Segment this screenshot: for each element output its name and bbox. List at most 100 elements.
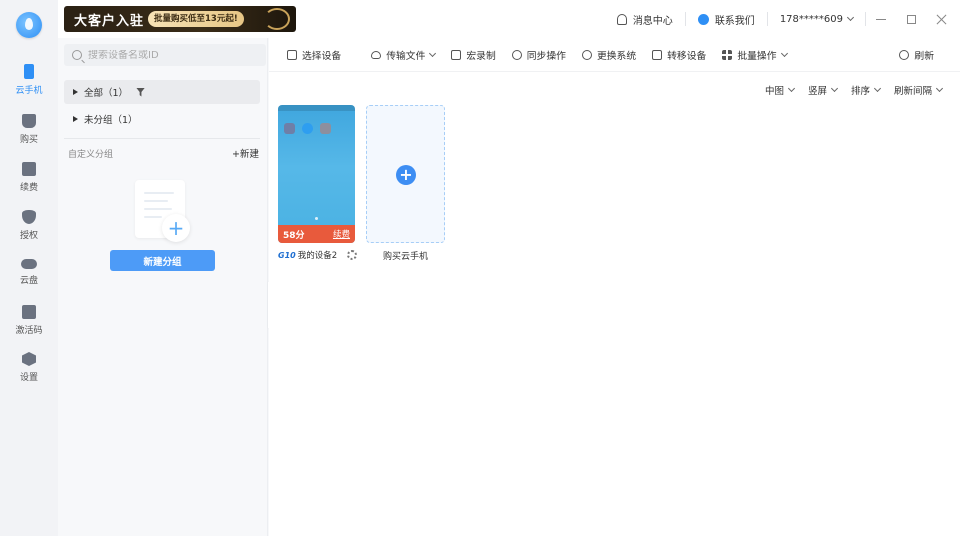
toolbar: 选择设备 传输文件 宏录制 同步操作 更换系统 转移设备 批量操作 刷新 [269,38,960,72]
search-input[interactable] [88,49,258,61]
transfer-file-label: 传输文件 [386,50,426,62]
chevron-down-icon [429,49,437,57]
move-icon [652,49,663,60]
rail-item-renew[interactable]: 续费 [0,162,58,206]
message-center-button[interactable]: 消息中心 [605,0,685,38]
buy-phone-label: 购买云手机 [382,252,428,262]
divider [64,138,260,139]
device-name[interactable]: 我的设备2 [298,249,337,261]
renew-link[interactable]: 续费 [333,228,350,240]
move-device-label: 转移设备 [667,50,707,62]
orientation-label: 竖屏 [807,86,827,97]
minimize-button[interactable] [866,0,896,38]
chevron-down-icon [780,49,788,57]
app-icon [284,123,295,134]
chevron-down-icon [846,13,855,22]
group-ungrouped[interactable]: 未分组（1） [64,107,260,131]
macro-record-button[interactable]: 宏录制 [443,38,503,72]
sort-dropdown[interactable]: 排序 [837,83,882,97]
transfer-file-button[interactable]: 传输文件 [363,38,443,72]
orientation-dropdown[interactable]: 竖屏 [794,83,839,97]
buy-phone-card[interactable]: + [366,105,445,243]
custom-group-title: 自定义分组 [68,150,114,160]
search-box [64,44,266,66]
account-dropdown[interactable]: 178*****609 [768,0,865,38]
chevron-down-icon [935,84,944,93]
rail-item-label: 云盘 [19,276,38,286]
app-icon [302,123,313,134]
banner-title: 大客户入驻 [74,14,145,29]
view-options: 中图 竖屏 排序 刷新间隔 [751,78,944,102]
maximize-icon [906,14,916,24]
change-system-label: 更换系统 [596,50,637,62]
new-group-link[interactable]: +新建 [232,146,259,160]
refresh-label: 刷新 [914,51,934,62]
change-system-button[interactable]: 更换系统 [574,38,644,72]
phone-icon [24,64,34,79]
rail-item-label: 激活码 [15,326,43,336]
rail-item-label: 云手机 [15,86,43,96]
refresh-interval-label: 刷新间隔 [893,86,932,97]
plus-icon: + [396,165,416,185]
filter-icon[interactable] [136,87,146,97]
refresh-interval-dropdown[interactable]: 刷新间隔 [880,83,944,97]
group-ungrouped-label: 未分组（1） [84,115,138,126]
close-button[interactable] [926,0,956,38]
maximize-button[interactable] [896,0,926,38]
device-label: G10 我的设备2 [278,249,368,261]
document-icon [451,49,462,60]
sync-operation-label: 同步操作 [526,50,566,62]
sync-operation-button[interactable]: 同步操作 [504,38,574,72]
select-device-button[interactable]: 选择设备 [279,38,349,72]
device-tier-badge: G10 [278,250,296,260]
rail-item-settings[interactable]: 设置 [0,352,58,396]
promo-banner[interactable]: 大客户入驻 批量购买低至13元起! [64,6,296,32]
top-bar: 大客户入驻 批量购买低至13元起! 消息中心 联系我们 178*****609 [58,0,960,38]
rail-item-authorize[interactable]: 授权 [0,210,58,254]
sort-label: 排序 [850,86,870,97]
upload-cloud-icon [371,50,382,59]
gear-icon[interactable] [347,250,358,260]
rail-item-label: 设置 [19,373,38,383]
group-panel: 全部（1） 未分组（1） 自定义分组 +新建 + 新建分组 [58,38,268,536]
top-right-controls: 消息中心 联系我们 178*****609 [605,0,960,38]
batch-operation-label: 批量操作 [737,50,777,62]
key-icon [22,305,36,319]
close-icon [936,14,947,25]
bell-icon [616,13,627,25]
contact-us-button[interactable]: 联系我们 [686,0,767,38]
rail-item-cloud-phone[interactable]: 云手机 [0,64,58,108]
rail-item-label: 授权 [19,231,38,241]
refresh-button[interactable]: 刷新 [891,38,942,72]
search-icon [72,50,82,60]
device-card[interactable]: 58分 续费 [278,105,355,243]
device-card-footer: 58分 续费 [278,225,355,243]
shield-icon [22,210,36,224]
cloud-icon [21,259,37,269]
app-logo [16,12,42,38]
system-icon [581,49,592,60]
caret-right-icon [73,89,78,95]
rail-item-activation-code[interactable]: 激活码 [0,305,58,349]
view-size-dropdown[interactable]: 中图 [751,83,795,97]
view-size-label: 中图 [764,86,784,97]
new-group-button[interactable]: 新建分组 [110,250,215,271]
page-indicator [315,217,318,220]
batch-operation-button[interactable]: 批量操作 [714,38,794,72]
rail-item-label: 续费 [19,183,38,193]
minimize-icon [876,18,886,20]
calendar-icon [22,162,36,176]
move-device-button[interactable]: 转移设备 [644,38,714,72]
moon-decoration-icon [264,8,290,30]
remaining-time: 58分 [283,230,305,241]
app-icon [320,123,331,134]
rail-item-buy[interactable]: 购买 [0,114,58,158]
cart-icon [22,114,36,128]
chat-icon [697,13,709,25]
caret-right-icon [73,116,78,122]
main-area: 选择设备 传输文件 宏录制 同步操作 更换系统 转移设备 批量操作 刷新 中图 … [269,38,960,536]
macro-record-label: 宏录制 [466,50,496,62]
refresh-icon [899,50,910,60]
group-all[interactable]: 全部（1） [64,80,260,104]
rail-item-cloud-disk[interactable]: 云盘 [0,256,58,300]
